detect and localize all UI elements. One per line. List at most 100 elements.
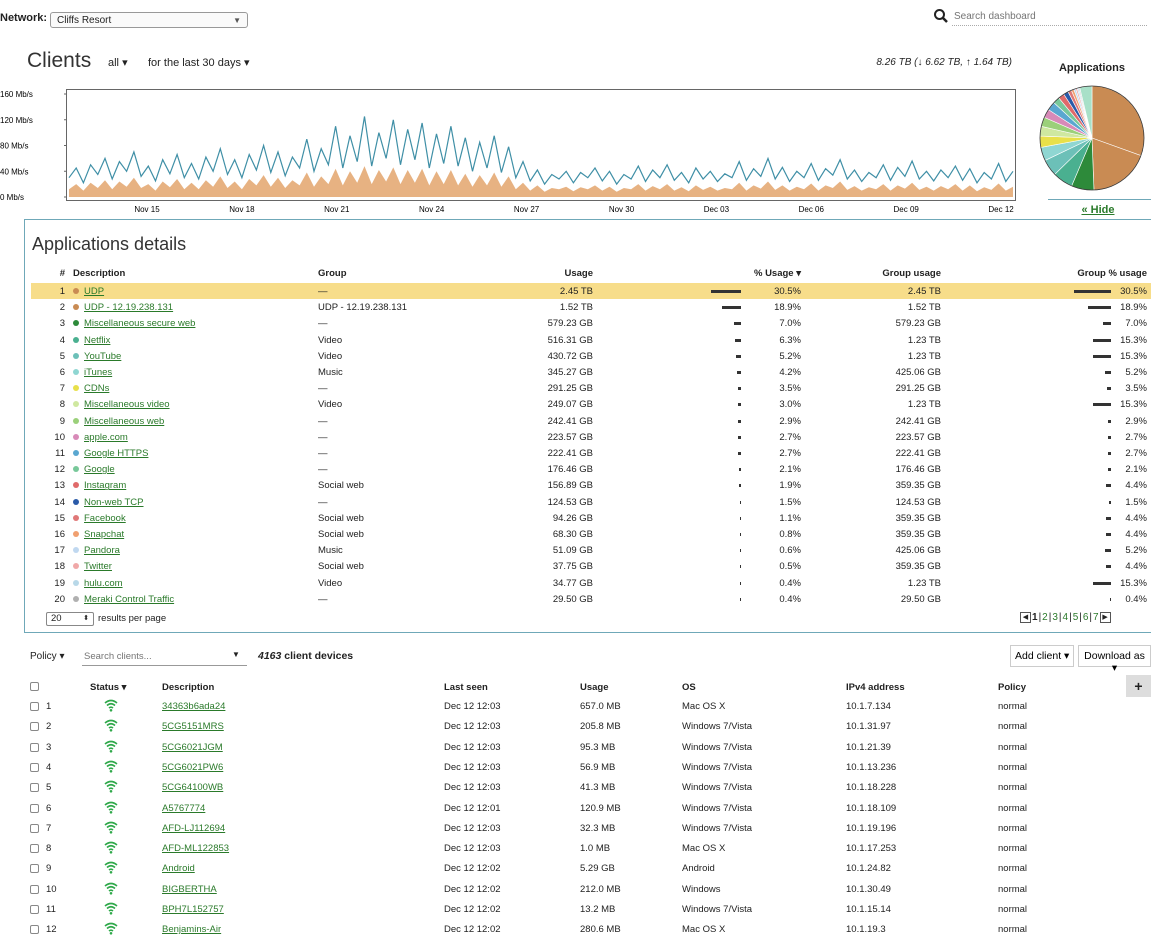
wifi-status-icon xyxy=(104,840,118,857)
application-link[interactable]: Miscellaneous video xyxy=(84,399,170,410)
application-link[interactable]: Miscellaneous secure web xyxy=(84,318,195,329)
application-link[interactable]: YouTube xyxy=(84,351,121,362)
application-link[interactable]: Netflix xyxy=(84,335,110,346)
client-row[interactable]: 3 5CG6021JGM Dec 12 12:03 95.3 MB Windows 7/… xyxy=(0,738,1151,758)
client-link[interactable]: BPH7L152757 xyxy=(162,904,224,915)
col-usage[interactable]: Usage xyxy=(471,268,593,279)
application-link[interactable]: Facebook xyxy=(84,513,126,524)
row-checkbox[interactable] xyxy=(30,742,39,752)
col-client-description[interactable]: Description xyxy=(162,682,214,693)
application-link[interactable]: Meraki Control Traffic xyxy=(84,594,174,605)
client-filter-dropdown[interactable]: all ▾ xyxy=(108,56,128,69)
client-row[interactable]: 12 Benjamins-Air Dec 12 12:02 280.6 MB Mac O… xyxy=(0,920,1151,940)
applications-pie-chart[interactable] xyxy=(1036,82,1148,194)
client-row[interactable]: 1 34363b6ada24 Dec 12 12:03 657.0 MB Mac OS … xyxy=(0,697,1151,717)
application-group: Video xyxy=(318,399,343,411)
client-link[interactable]: AFD-ML122853 xyxy=(162,843,229,854)
row-checkbox[interactable] xyxy=(30,783,39,793)
application-link[interactable]: CDNs xyxy=(84,383,109,394)
application-link[interactable]: hulu.com xyxy=(84,578,123,589)
traffic-chart[interactable]: 160 Mb/s 120 Mb/s 80 Mb/s 40 Mb/s 0 Mb/s Nov … xyxy=(0,86,1030,216)
row-checkbox[interactable] xyxy=(30,905,39,914)
wifi-status-icon xyxy=(104,718,118,735)
application-link[interactable]: Pandora xyxy=(84,545,120,556)
page-link[interactable]: 7 xyxy=(1092,612,1100,623)
row-checkbox[interactable] xyxy=(30,702,39,711)
client-link[interactable]: 5CG5151MRS xyxy=(162,721,224,732)
client-ip: 10.1.31.97 xyxy=(846,721,891,733)
application-link[interactable]: Google xyxy=(84,464,115,475)
client-row[interactable]: 6 A5767774 Dec 12 12:01 120.9 MB Windows 7/V… xyxy=(0,799,1151,819)
page-link[interactable]: 2 xyxy=(1041,612,1049,623)
col-group-percent-usage[interactable]: Group % usage xyxy=(1031,268,1147,279)
client-link[interactable]: 34363b6ada24 xyxy=(162,701,225,712)
row-checkbox[interactable] xyxy=(30,823,39,833)
client-link[interactable]: 5CG6021JGM xyxy=(162,742,223,753)
row-checkbox[interactable] xyxy=(30,762,39,772)
policy-dropdown[interactable]: Policy ▾ xyxy=(30,651,65,662)
client-link[interactable]: BIGBERTHA xyxy=(162,884,217,895)
search-input[interactable] xyxy=(952,8,1147,26)
col-last-seen[interactable]: Last seen xyxy=(444,682,488,693)
client-row[interactable]: 10 BIGBERTHA Dec 12 12:02 212.0 MB Windows 10… xyxy=(0,880,1151,900)
add-column-button[interactable]: + xyxy=(1126,675,1151,697)
row-checkbox[interactable] xyxy=(30,803,39,813)
client-link[interactable]: 5CG64100WB xyxy=(162,782,223,793)
client-link[interactable]: Android xyxy=(162,863,195,874)
application-link[interactable]: Google HTTPS xyxy=(84,448,148,459)
client-row[interactable]: 2 5CG5151MRS Dec 12 12:03 205.8 MB Windows 7… xyxy=(0,717,1151,737)
client-link[interactable]: AFD-LJ112694 xyxy=(162,823,225,834)
client-link[interactable]: A5767774 xyxy=(162,803,205,814)
search-icon[interactable] xyxy=(933,8,949,24)
hide-chart-link[interactable]: « Hide xyxy=(1048,204,1148,216)
col-os[interactable]: OS xyxy=(682,682,696,693)
client-row[interactable]: 8 AFD-ML122853 Dec 12 12:03 1.0 MB Mac OS X 1… xyxy=(0,839,1151,859)
row-checkbox[interactable] xyxy=(30,884,39,894)
page-link[interactable]: 1 xyxy=(1031,612,1039,623)
divider xyxy=(1048,199,1151,200)
client-row[interactable]: 9 Android Dec 12 12:02 5.29 GB Android 10.1.2… xyxy=(0,859,1151,879)
select-all-checkbox[interactable] xyxy=(30,682,39,691)
application-link[interactable]: Non-web TCP xyxy=(84,497,144,508)
prev-page-icon[interactable]: ◀ xyxy=(1020,612,1031,623)
row-checkbox[interactable] xyxy=(30,722,39,732)
application-link[interactable]: Twitter xyxy=(84,561,112,572)
col-percent-usage[interactable]: % Usage ▾ xyxy=(711,268,801,279)
client-row[interactable]: 4 5CG6021PW6 Dec 12 12:03 56.9 MB Windows 7/… xyxy=(0,758,1151,778)
client-row[interactable]: 11 BPH7L152757 Dec 12 12:02 13.2 MB Windows … xyxy=(0,900,1151,920)
row-checkbox[interactable] xyxy=(30,925,39,935)
client-link[interactable]: 5CG6021PW6 xyxy=(162,762,223,773)
time-period-dropdown[interactable]: for the last 30 days ▾ xyxy=(148,56,250,69)
col-policy[interactable]: Policy xyxy=(998,682,1026,693)
col-group[interactable]: Group xyxy=(318,268,347,279)
application-link[interactable]: Snapchat xyxy=(84,529,124,540)
client-row[interactable]: 7 AFD-LJ112694 Dec 12 12:03 32.3 MB Windows … xyxy=(0,819,1151,839)
next-page-icon[interactable]: ▶ xyxy=(1099,612,1111,623)
application-link[interactable]: UDP xyxy=(84,286,104,297)
application-link[interactable]: Miscellaneous web xyxy=(84,416,164,427)
client-row[interactable]: 5 5CG64100WB Dec 12 12:03 41.3 MB Windows 7/… xyxy=(0,778,1151,798)
row-checkbox[interactable] xyxy=(30,844,39,854)
chevron-down-icon[interactable]: ▼ xyxy=(232,650,240,659)
col-number: # xyxy=(59,268,65,279)
results-per-page-select[interactable]: 20 ⬍ xyxy=(46,612,94,626)
row-checkbox[interactable] xyxy=(30,864,39,874)
application-link[interactable]: iTunes xyxy=(84,367,112,378)
col-group-usage[interactable]: Group usage xyxy=(831,268,941,279)
col-ipv4[interactable]: IPv4 address xyxy=(846,682,905,693)
client-link[interactable]: Benjamins-Air xyxy=(162,924,221,935)
application-link[interactable]: Instagram xyxy=(84,480,126,491)
col-client-usage[interactable]: Usage xyxy=(580,682,609,693)
col-description[interactable]: Description xyxy=(73,268,125,279)
application-link[interactable]: apple.com xyxy=(84,432,128,443)
network-select[interactable]: Cliffs Resort ▼ xyxy=(50,12,248,28)
download-as-button[interactable]: Download as ▾ xyxy=(1078,645,1151,674)
col-status[interactable]: Status ▾ xyxy=(90,682,126,693)
client-policy: normal xyxy=(998,843,1028,855)
add-client-button[interactable]: Add client ▾ xyxy=(1010,645,1075,667)
page-link[interactable]: 4 xyxy=(1062,612,1070,623)
group-percent-usage: 2.7% xyxy=(1125,431,1147,443)
client-search-input[interactable] xyxy=(82,648,247,666)
page-link[interactable]: 3 xyxy=(1051,612,1059,623)
application-link[interactable]: UDP - 12.19.238.131 xyxy=(84,302,173,313)
